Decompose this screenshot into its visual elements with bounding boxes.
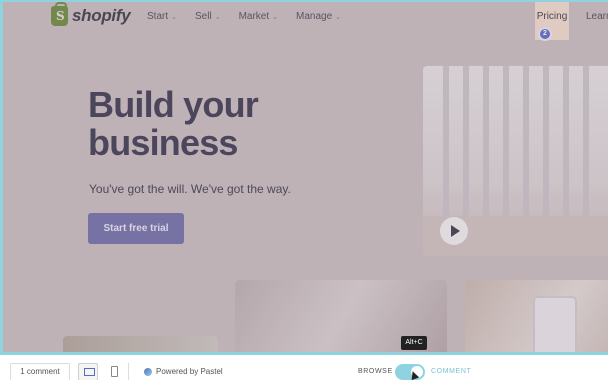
curtain-stripe xyxy=(563,66,569,216)
curtain-stripe xyxy=(463,66,469,216)
phone-mockup xyxy=(533,296,577,352)
curtain-stripe xyxy=(503,66,509,216)
curtain-stripe xyxy=(583,66,589,216)
hero-title: Build your business xyxy=(88,84,259,163)
powered-by-label: Powered by Pastel xyxy=(156,367,223,376)
pastel-logo-icon xyxy=(144,367,152,376)
site-nav: S shopify Start ⌄ Sell ⌄ Market ⌄ Manage ⌄ P… xyxy=(3,2,608,41)
shortcut-tooltip: Alt+C xyxy=(401,336,427,350)
chevron-down-icon: ⌄ xyxy=(335,13,342,21)
curtain-stripe xyxy=(483,66,489,216)
app: S shopify Start ⌄ Sell ⌄ Market ⌄ Manage ⌄ P… xyxy=(0,0,608,380)
comment-mode-label[interactable]: COMMENT xyxy=(431,368,471,375)
hero-subtitle: You've got the will. We've got the way. xyxy=(89,182,291,196)
menu-item-label: Sell xyxy=(195,11,212,22)
logo-letter: S xyxy=(56,9,65,23)
comment-pin[interactable]: 2 xyxy=(538,27,552,41)
chevron-down-icon: ⌄ xyxy=(272,13,278,21)
curtain-stripe xyxy=(523,66,529,216)
menu-item-label: Manage xyxy=(296,11,333,22)
menu-item-label: Start xyxy=(147,11,169,22)
chevron-down-icon: ⌄ xyxy=(171,13,177,21)
shopping-bag-icon: S xyxy=(51,2,68,26)
toolbar-divider xyxy=(128,363,129,380)
start-free-trial-button[interactable]: Start free trial xyxy=(88,213,184,244)
play-video-icon[interactable] xyxy=(440,217,468,245)
shopify-logo[interactable]: S shopify xyxy=(51,2,131,26)
pastel-toolbar: 1 comment Powered by Pastel BROWSE COMME… xyxy=(0,352,608,380)
gallery-image-plants xyxy=(63,336,218,352)
logo-text: shopify xyxy=(72,6,131,25)
mobile-view-icon[interactable] xyxy=(104,363,124,380)
menu-item-sell[interactable]: Sell ⌄ xyxy=(195,11,221,22)
menu-item-market[interactable]: Market ⌄ xyxy=(239,11,278,22)
menu-item-manage[interactable]: Manage ⌄ xyxy=(296,11,341,22)
website-viewport[interactable]: S shopify Start ⌄ Sell ⌄ Market ⌄ Manage ⌄ P… xyxy=(0,0,608,352)
curtain-stripe xyxy=(443,66,449,216)
menu-item-label: Market xyxy=(238,11,270,22)
browse-mode-label[interactable]: BROWSE xyxy=(358,368,393,375)
menu-item-start[interactable]: Start ⌄ xyxy=(147,11,177,22)
comments-count-button[interactable]: 1 comment xyxy=(10,363,70,380)
powered-by[interactable]: Powered by Pastel xyxy=(144,367,223,376)
menu-item-learn[interactable]: Learn xyxy=(586,11,608,22)
chevron-down-icon: ⌄ xyxy=(214,13,221,21)
curtain-stripe xyxy=(543,66,549,216)
desktop-view-icon[interactable] xyxy=(78,363,98,380)
main-menu: Start ⌄ Sell ⌄ Market ⌄ Manage ⌄ xyxy=(147,11,341,22)
